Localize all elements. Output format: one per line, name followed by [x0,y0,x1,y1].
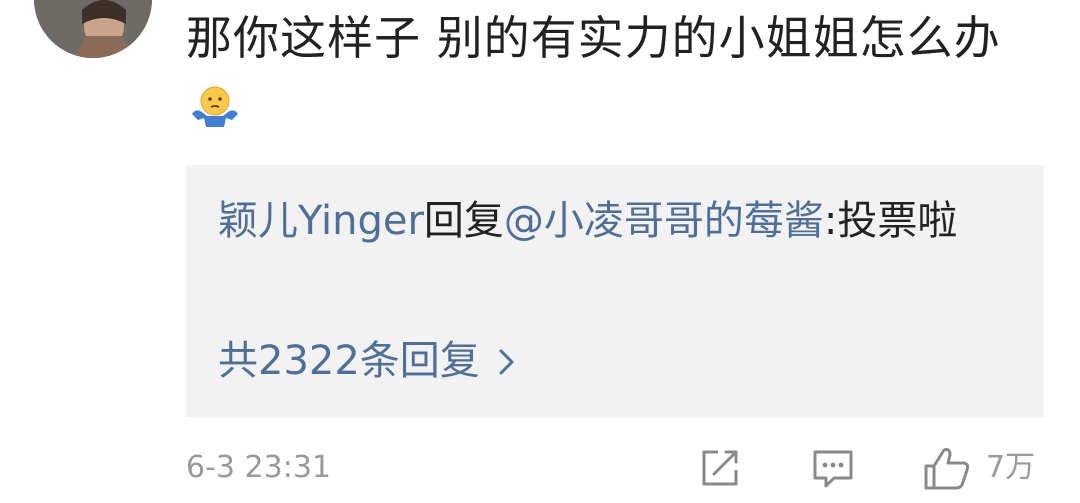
reply-verb: 回复 [423,198,504,244]
comment-icon [810,450,856,494]
like-icon [922,448,972,496]
like-count: 7万 [986,450,1036,485]
repost-icon [698,450,742,494]
avatar[interactable] [34,0,152,58]
reply-text: 投票啦 [837,198,958,244]
view-all-replies-link[interactable]: 共2322条回复 [218,327,516,397]
chevron-right-icon [498,329,516,397]
like-button[interactable] [922,446,972,496]
timestamp: 6-3 23:31 [186,450,331,485]
reply-item: 颖儿Yinger回复@小凌哥哥的莓酱:投票啦 [218,187,998,255]
comment-card: 那你这样子 别的有实力的小姐姐怎么办 颖儿Yinger回复@小凌哥哥的莓酱:投票… [0,0,1080,503]
reply-mention-link[interactable]: @小凌哥哥的莓酱 [504,198,824,244]
repost-button[interactable] [698,446,742,494]
reply-preview[interactable]: 颖儿Yinger回复@小凌哥哥的莓酱:投票啦 共2322条回复 [186,165,1044,417]
comment-button[interactable] [810,446,856,494]
person-shrugging-emoji-icon [190,78,240,146]
comment-text: 那你这样子 别的有实力的小姐姐怎么办 [186,11,1001,65]
reply-count-label: 共2322条回复 [218,338,480,384]
comment-footer: 6-3 23:31 7万 [186,438,1044,498]
reply-author-link[interactable]: 颖儿Yinger [218,198,424,244]
reply-colon: : [823,198,838,244]
comment-body: 那你这样子 别的有实力的小姐姐怎么办 [186,4,1046,146]
